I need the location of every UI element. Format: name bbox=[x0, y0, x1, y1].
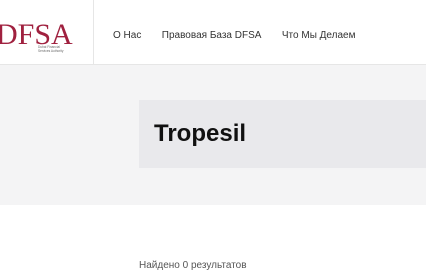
page-title: Tropesil bbox=[154, 120, 247, 147]
main-nav: О Нас Правовая База DFSA Что Мы Делаем bbox=[113, 25, 372, 41]
search-results-count: Найдено 0 результатов bbox=[139, 260, 247, 271]
svg-text:Services Authority: Services Authority bbox=[38, 49, 64, 53]
nav-item-what-we-do[interactable]: Что Мы Делаем bbox=[282, 29, 356, 43]
site-header: DFSA Dubai Financial Services Authority … bbox=[0, 0, 426, 65]
nav-item-legal-framework[interactable]: Правовая База DFSA bbox=[162, 29, 262, 43]
dfsa-logo: DFSA Dubai Financial Services Authority bbox=[0, 18, 73, 53]
logo-link[interactable]: DFSA Dubai Financial Services Authority bbox=[0, 0, 94, 64]
nav-item-about[interactable]: О Нас bbox=[113, 29, 141, 43]
svg-text:DFSA: DFSA bbox=[0, 18, 73, 51]
